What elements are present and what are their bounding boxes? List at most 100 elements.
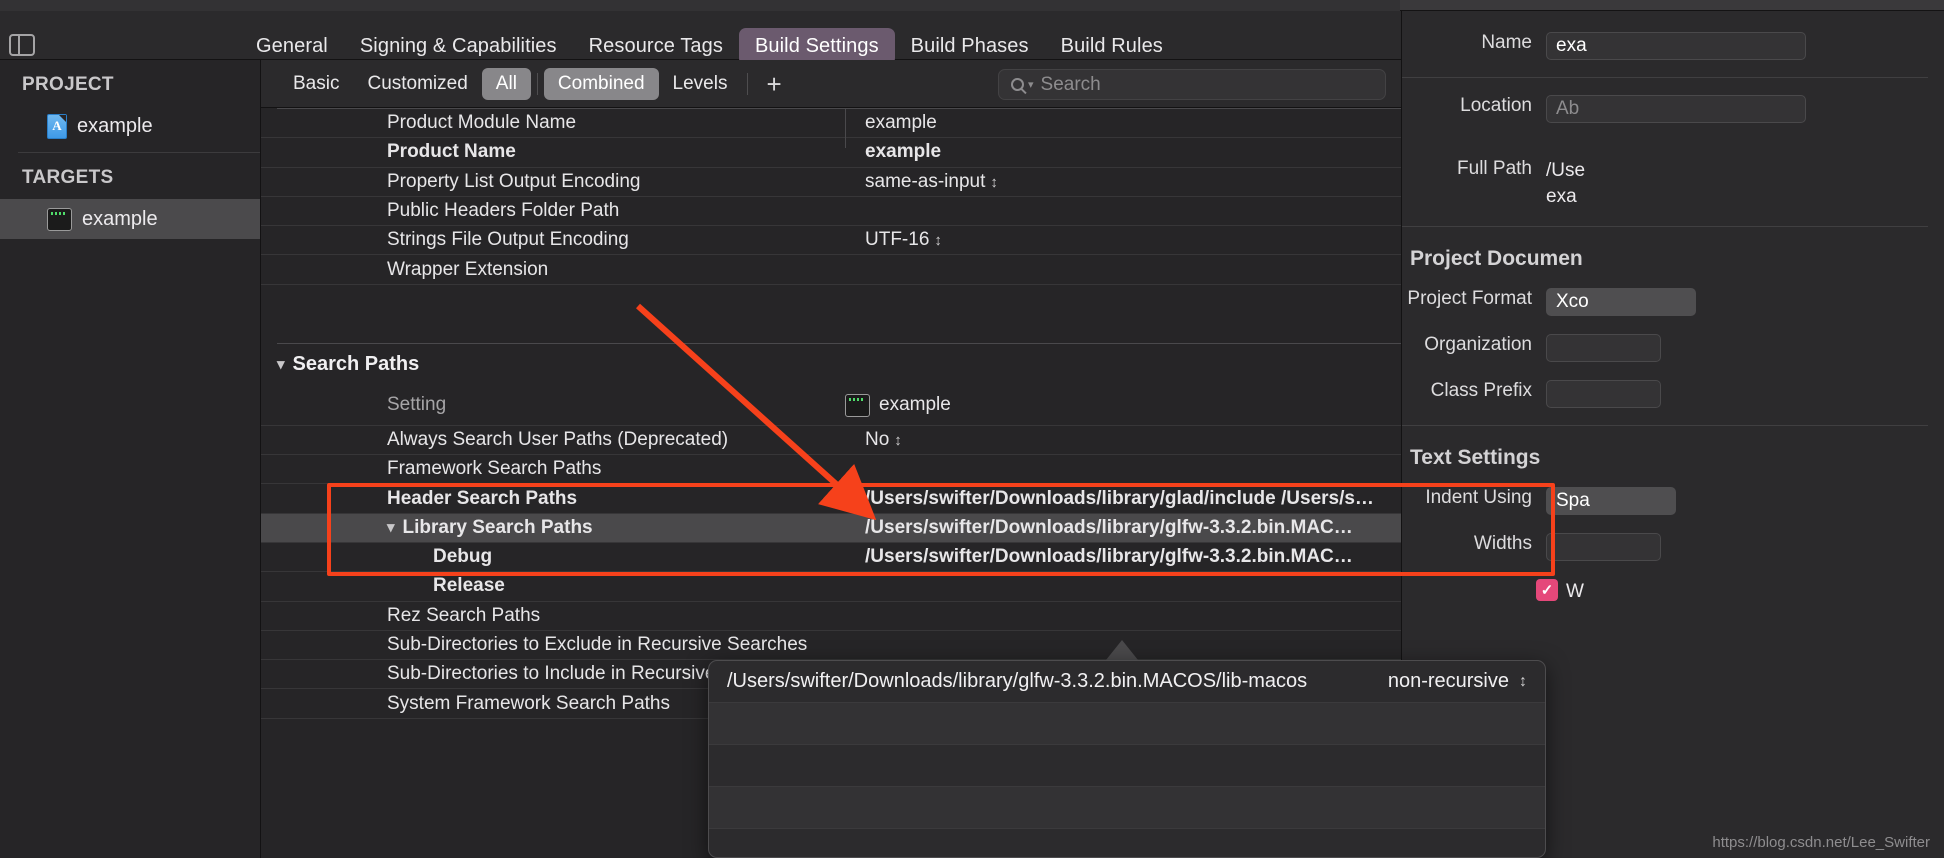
popover-empty-row (709, 745, 1545, 787)
stepper-icon[interactable]: ↕ (1519, 673, 1527, 691)
chevron-down-icon[interactable]: ▾ (1028, 78, 1034, 91)
filter-separator (536, 72, 538, 95)
setting-name: ▾ Library Search Paths (387, 516, 593, 538)
inspector-label-full-path: Full Path (1457, 158, 1532, 179)
setting-value[interactable]: /Users/swifter/Downloads/library/glfw-3.… (865, 546, 1353, 568)
table-row[interactable]: Framework Search Paths (261, 455, 1401, 485)
table-row-library-search-paths[interactable]: ▾ Library Search Paths /Users/swifter/Dow… (261, 513, 1401, 543)
inspector-row-widths: Widths (1402, 524, 1928, 570)
filter-levels[interactable]: Levels (659, 68, 742, 100)
setting-value[interactable]: example (865, 112, 937, 134)
table-row[interactable]: Product Name example (261, 138, 1401, 168)
table-row[interactable]: Property List Output Encoding same-as-in… (261, 168, 1401, 197)
popover-empty-row (709, 703, 1545, 745)
table-column-headers: Setting example (261, 108, 1401, 426)
indent-using-dropdown[interactable]: Spa (1546, 487, 1676, 516)
setting-name: Product Module Name (387, 112, 577, 134)
widths-field[interactable] (1546, 533, 1661, 562)
inspector-row-organization: Organization (1402, 325, 1928, 371)
inspector-label-indent-using: Indent Using (1425, 487, 1532, 509)
add-setting-button[interactable]: + (754, 71, 793, 97)
popover-recursion-value: non-recursive (1387, 670, 1509, 692)
column-divider (845, 108, 846, 148)
table-row[interactable]: Always Search User Paths (Deprecated) No… (261, 426, 1401, 456)
setting-value[interactable]: /Users/swifter/Downloads/library/glfw-3.… (865, 517, 1353, 539)
inspector-label-organization: Organization (1424, 334, 1532, 356)
inspector-row-class-prefix: Class Prefix (1402, 371, 1928, 417)
table-row[interactable]: Public Headers Folder Path (261, 197, 1401, 227)
setting-name: Always Search User Paths (Deprecated) (387, 428, 729, 450)
inspector-label-project-format: Project Format (1407, 288, 1532, 310)
table-spacer-row (261, 285, 1401, 343)
xcode-project-icon (47, 113, 67, 139)
sidebar-toggle-icon[interactable] (9, 34, 35, 56)
search-placeholder: Search (1040, 73, 1101, 95)
stepper-icon[interactable]: ↕ (990, 174, 998, 191)
watermark-url: https://blog.csdn.net/Lee_Swifter (1712, 834, 1930, 851)
setting-value[interactable]: UTF-16 ↕ (865, 229, 942, 251)
sidebar-project-label: example (77, 114, 153, 137)
sidebar-project-header: PROJECT (22, 74, 114, 95)
setting-name: Sub-Directories to Exclude in Recursive … (387, 634, 808, 655)
sidebar-targets-header: TARGETS (22, 167, 114, 188)
setting-name: Release (433, 575, 505, 597)
inspector-label-name: Name (1481, 32, 1532, 53)
inspector-divider (1402, 77, 1928, 78)
filter-basic[interactable]: Basic (279, 68, 353, 100)
column-header-target-label: example (879, 394, 951, 416)
table-row[interactable]: Product Module Name example (261, 109, 1401, 139)
inspector-label-class-prefix: Class Prefix (1430, 380, 1532, 402)
popover-arrow (1106, 640, 1138, 660)
filter-all[interactable]: All (481, 67, 531, 100)
section-title: Search Paths (292, 353, 420, 376)
stepper-icon[interactable]: ↕ (934, 232, 942, 249)
table-row[interactable]: Wrapper Extension (261, 255, 1401, 285)
chevron-down-icon[interactable]: ▾ (277, 355, 285, 373)
stepper-icon[interactable]: ↕ (894, 432, 902, 449)
setting-value[interactable]: example (865, 141, 941, 163)
location-field[interactable]: Ab (1546, 95, 1806, 123)
setting-name: Strings File Output Encoding (387, 229, 629, 251)
terminal-target-icon (47, 207, 72, 231)
table-row[interactable]: Rez Search Paths (261, 602, 1401, 631)
inspector-row-location: Location Ab (1402, 86, 1928, 132)
inspector-label-location: Location (1460, 95, 1532, 116)
inspector-row-indent-using: Indent Using Spa (1402, 478, 1928, 524)
class-prefix-field[interactable] (1546, 380, 1661, 409)
chevron-down-icon[interactable]: ▾ (387, 518, 395, 536)
column-header-target: example (845, 393, 951, 417)
sidebar-target-label: example (82, 207, 158, 230)
build-settings-filter-bar: Basic Customized All Combined Levels + ▾… (261, 60, 1401, 108)
setting-value[interactable]: same-as-input ↕ (865, 171, 998, 193)
inspector-row-full-path: Full Path /Use exa (1402, 132, 1928, 218)
table-row[interactable]: Header Search Paths /Users/swifter/Downl… (261, 484, 1401, 514)
project-format-dropdown[interactable]: Xco (1546, 288, 1696, 317)
filter-customized[interactable]: Customized (353, 68, 481, 100)
sidebar-item-project-example[interactable]: example (0, 106, 260, 146)
filter-combined[interactable]: Combined (543, 67, 659, 100)
organization-field[interactable] (1546, 334, 1661, 363)
setting-name: Framework Search Paths (387, 458, 602, 480)
setting-value[interactable]: /Users/swifter/Downloads/library/glad/in… (865, 488, 1374, 510)
popover-path-row[interactable]: /Users/swifter/Downloads/library/glfw-3.… (709, 661, 1545, 703)
setting-name: Debug (433, 546, 493, 568)
popover-recursion-dropdown[interactable]: non-recursive ↕ (1388, 670, 1527, 693)
setting-name: Product Name (387, 141, 516, 163)
setting-name: Public Headers Folder Path (387, 200, 620, 222)
window-top-strip (0, 0, 1944, 11)
setting-value[interactable]: No ↕ (865, 429, 902, 451)
inspector-section-project-document: Project Documen (1410, 247, 1583, 271)
inspector-row-name: Name exa (1402, 23, 1928, 69)
setting-name: Wrapper Extension (387, 258, 549, 280)
wrap-lines-label: W (1566, 581, 1584, 603)
section-header-search-paths[interactable]: ▾ Search Paths (261, 344, 1401, 386)
sidebar-item-target-example[interactable]: example (0, 199, 260, 239)
table-row[interactable]: Sub-Directories to Exclude in Recursive … (261, 631, 1401, 661)
table-row-debug[interactable]: Debug /Users/swifter/Downloads/library/g… (261, 543, 1401, 573)
name-field[interactable]: exa (1546, 32, 1806, 60)
table-row[interactable]: Strings File Output Encoding UTF-16 ↕ (261, 226, 1401, 256)
search-input[interactable]: ▾ Search (998, 69, 1386, 100)
table-row-release[interactable]: Release (261, 572, 1401, 602)
wrap-lines-checkbox[interactable]: ✓ (1536, 579, 1558, 602)
popover-path-value[interactable]: /Users/swifter/Downloads/library/glfw-3.… (727, 670, 1388, 693)
